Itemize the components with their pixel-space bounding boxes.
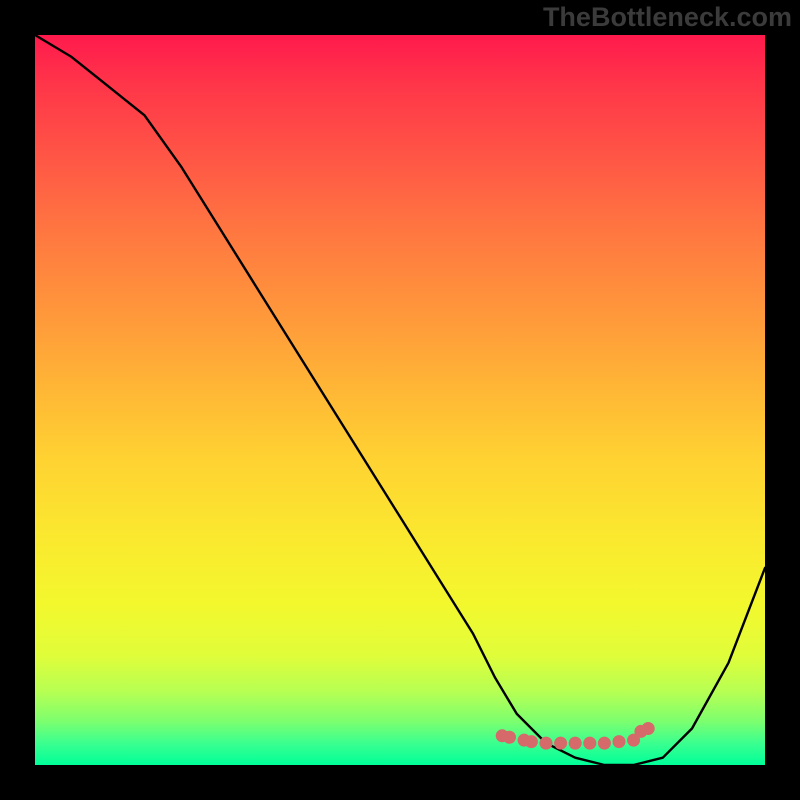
- chart-frame: TheBottleneck.com: [0, 0, 800, 800]
- minimum-marker: [583, 737, 596, 750]
- bottleneck-curve: [35, 35, 765, 765]
- minimum-marker: [540, 737, 553, 750]
- plot-area: [35, 35, 765, 765]
- minimum-marker: [613, 735, 626, 748]
- chart-svg: [35, 35, 765, 765]
- minimum-marker-group: [496, 722, 655, 750]
- minimum-marker: [554, 737, 567, 750]
- minimum-marker: [598, 737, 611, 750]
- minimum-marker: [569, 737, 582, 750]
- watermark-text: TheBottleneck.com: [543, 2, 792, 33]
- minimum-marker: [503, 731, 516, 744]
- minimum-marker: [525, 735, 538, 748]
- minimum-marker: [642, 722, 655, 735]
